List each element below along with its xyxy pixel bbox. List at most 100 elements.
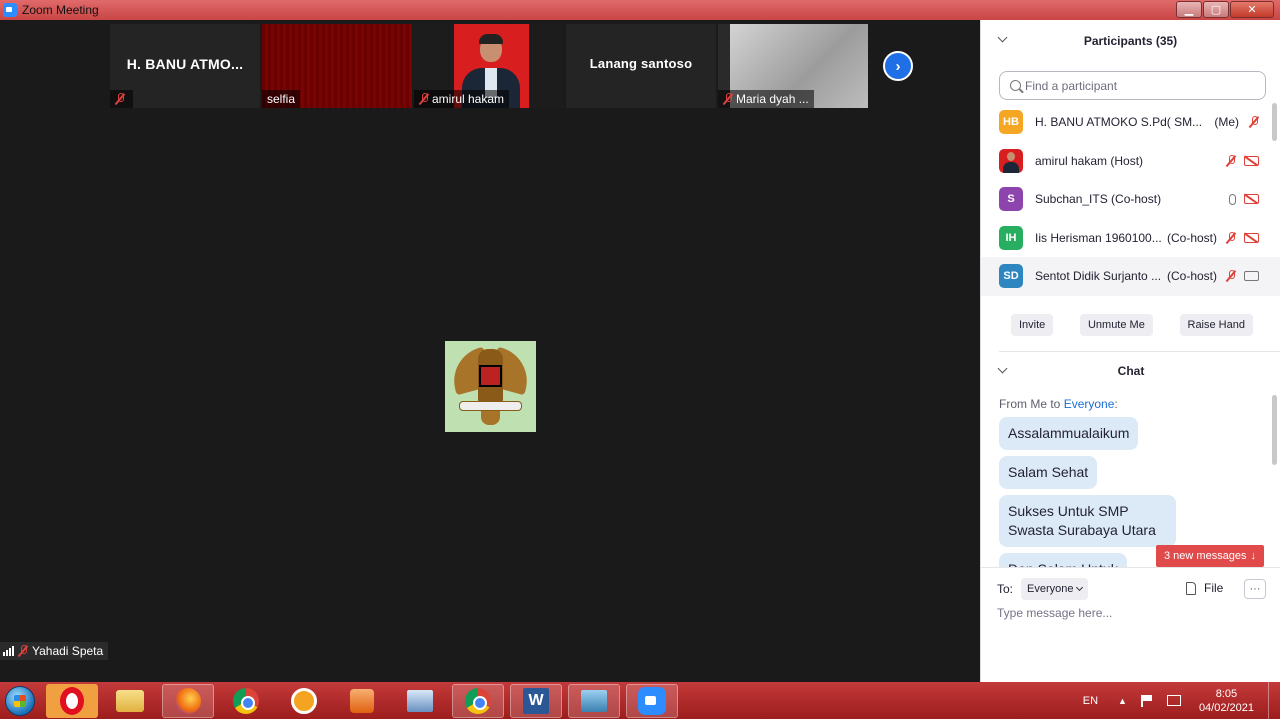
action-center-flag-icon[interactable] bbox=[1140, 694, 1155, 707]
raise-hand-button[interactable]: Raise Hand bbox=[1179, 314, 1253, 336]
tile-label: selfia bbox=[262, 90, 301, 108]
video-tile[interactable]: Maria dyah ... bbox=[718, 24, 868, 108]
video-off-icon[interactable] bbox=[1244, 194, 1259, 205]
recipient-dropdown[interactable]: Everyone bbox=[1021, 578, 1089, 600]
video-off-icon[interactable] bbox=[1244, 232, 1259, 243]
mic-muted-icon bbox=[419, 93, 429, 105]
network-icon[interactable] bbox=[1166, 695, 1181, 706]
new-messages-button[interactable]: 3 new messages ↓ bbox=[1156, 545, 1265, 567]
start-button[interactable] bbox=[0, 682, 40, 719]
participant-status-icons bbox=[1226, 231, 1259, 244]
show-desktop-button[interactable] bbox=[1268, 682, 1280, 719]
maximize-button[interactable]: ▢ bbox=[1203, 1, 1229, 18]
opera-icon bbox=[60, 686, 84, 715]
taskbar-photos[interactable] bbox=[568, 683, 620, 718]
chevron-down-icon bbox=[1076, 583, 1084, 592]
mic-muted-icon[interactable] bbox=[1226, 154, 1236, 167]
participant-row[interactable]: amirul hakam (Host) bbox=[981, 142, 1280, 181]
chat-scrollbar[interactable] bbox=[1272, 395, 1277, 465]
mic-muted-icon bbox=[115, 93, 125, 105]
mic-muted-icon[interactable] bbox=[1226, 270, 1236, 282]
file-button[interactable]: File bbox=[1186, 581, 1223, 595]
clock-date: 04/02/2021 bbox=[1198, 701, 1254, 714]
participant-name: Iis Herisman 1960100... bbox=[1035, 230, 1162, 245]
system-tray: EN ▲ 8:05 04/02/2021 bbox=[1083, 682, 1280, 719]
recipient-link[interactable]: Everyone bbox=[1064, 397, 1115, 411]
minimize-button[interactable]: ▁ bbox=[1176, 1, 1202, 18]
side-panel: Participants (35) HB H. BANU ATMOKO S.Pd… bbox=[980, 20, 1280, 682]
participant-name: Sentot Didik Surjanto ... bbox=[1035, 269, 1162, 284]
to-label: To: bbox=[997, 582, 1014, 596]
window-title: Zoom Meeting bbox=[22, 3, 99, 17]
taskbar-chrome-profile[interactable] bbox=[452, 683, 504, 718]
video-tile[interactable]: H. BANU ATMO... bbox=[110, 24, 260, 108]
more-options-button[interactable]: ··· bbox=[1244, 579, 1266, 599]
signal-strength-icon bbox=[3, 646, 14, 656]
chrome-icon bbox=[233, 687, 259, 714]
video-tile[interactable]: amirul hakam bbox=[414, 24, 564, 108]
mic-muted-icon bbox=[723, 93, 733, 105]
collapse-chevron-icon[interactable] bbox=[997, 363, 1008, 374]
tile-name: amirul hakam bbox=[432, 92, 505, 106]
participant-search-box[interactable] bbox=[999, 71, 1266, 100]
avatar: SD bbox=[999, 264, 1023, 289]
participant-row[interactable]: S Subchan_ITS (Co-host) bbox=[981, 180, 1280, 219]
folder-icon bbox=[116, 689, 144, 712]
chat-message-input[interactable] bbox=[997, 606, 1267, 620]
collapse-chevron-icon[interactable] bbox=[997, 32, 1008, 43]
participant-search-input[interactable] bbox=[1025, 78, 1255, 93]
video-icon[interactable] bbox=[1244, 271, 1259, 282]
close-button[interactable]: ✕ bbox=[1230, 1, 1274, 18]
taskbar-firefox[interactable] bbox=[162, 683, 214, 718]
unmute-me-button[interactable]: Unmute Me bbox=[1079, 314, 1153, 336]
zoom-app-icon bbox=[3, 3, 17, 17]
participant-status-icons bbox=[1226, 270, 1259, 282]
invite-button[interactable]: Invite bbox=[1011, 314, 1054, 336]
arrow-down-icon: ↓ bbox=[1250, 550, 1257, 562]
taskbar-uc-browser[interactable] bbox=[278, 684, 330, 718]
participant-name: H. BANU ATMOKO S.Pd( SM... bbox=[1035, 115, 1203, 130]
video-off-icon[interactable] bbox=[1244, 155, 1259, 166]
taskbar-remote-desktop[interactable] bbox=[394, 684, 446, 718]
taskbar-opera[interactable] bbox=[46, 683, 98, 718]
participant-row[interactable]: HB H. BANU ATMOKO S.Pd( SM... (Me) bbox=[981, 103, 1280, 142]
sender-suffix: : bbox=[1114, 397, 1118, 411]
next-page-button[interactable]: › bbox=[883, 51, 913, 81]
speaker-name: Yahadi Speta bbox=[32, 644, 104, 658]
file-icon bbox=[1186, 581, 1196, 595]
divider bbox=[981, 567, 1280, 568]
show-hidden-icons-icon[interactable]: ▲ bbox=[1118, 696, 1127, 706]
participants-title: Participants (35) bbox=[1083, 34, 1178, 48]
uc-browser-icon bbox=[291, 687, 317, 714]
mic-muted-icon[interactable] bbox=[1249, 116, 1259, 128]
taskbar-media-player[interactable] bbox=[336, 684, 388, 718]
taskbar-explorer[interactable] bbox=[104, 684, 156, 718]
participant-display-name: H. BANU ATMO... bbox=[126, 56, 244, 72]
participant-row[interactable]: SD Sentot Didik Surjanto ... (Co-host) bbox=[981, 257, 1280, 296]
active-speaker-label: Yahadi Speta bbox=[0, 642, 109, 660]
video-tile[interactable]: Lanang santoso bbox=[566, 24, 716, 108]
windows-orb-icon bbox=[5, 685, 35, 716]
firefox-icon bbox=[175, 687, 201, 714]
taskbar-chrome[interactable] bbox=[220, 684, 272, 718]
chat-message: Salam Sehat bbox=[999, 456, 1098, 489]
chat-header: Chat bbox=[981, 352, 1280, 390]
mic-icon[interactable] bbox=[1229, 193, 1236, 205]
chat-message: Sukses Untuk SMP Swasta Surabaya Utara bbox=[999, 495, 1176, 547]
video-tile[interactable]: selfia bbox=[262, 24, 412, 108]
taskbar-word[interactable]: W bbox=[510, 683, 562, 718]
chat-message: Assalammualaikum bbox=[999, 417, 1139, 450]
avatar: IH bbox=[999, 225, 1023, 250]
file-label: File bbox=[1204, 581, 1224, 595]
tile-label: Maria dyah ... bbox=[718, 90, 814, 108]
mic-muted-icon[interactable] bbox=[1226, 231, 1236, 244]
taskbar-zoom[interactable] bbox=[626, 683, 678, 718]
monitor-icon bbox=[407, 689, 433, 712]
clock[interactable]: 8:05 04/02/2021 bbox=[1199, 687, 1254, 715]
participant-scrollbar[interactable] bbox=[1272, 103, 1277, 141]
participant-row[interactable]: IH Iis Herisman 1960100... (Co-host) bbox=[981, 219, 1280, 258]
language-indicator[interactable]: EN bbox=[1083, 695, 1098, 707]
participant-status-icons bbox=[1226, 154, 1259, 167]
sender-prefix: From Me to bbox=[999, 397, 1064, 411]
tile-label: amirul hakam bbox=[414, 90, 510, 108]
